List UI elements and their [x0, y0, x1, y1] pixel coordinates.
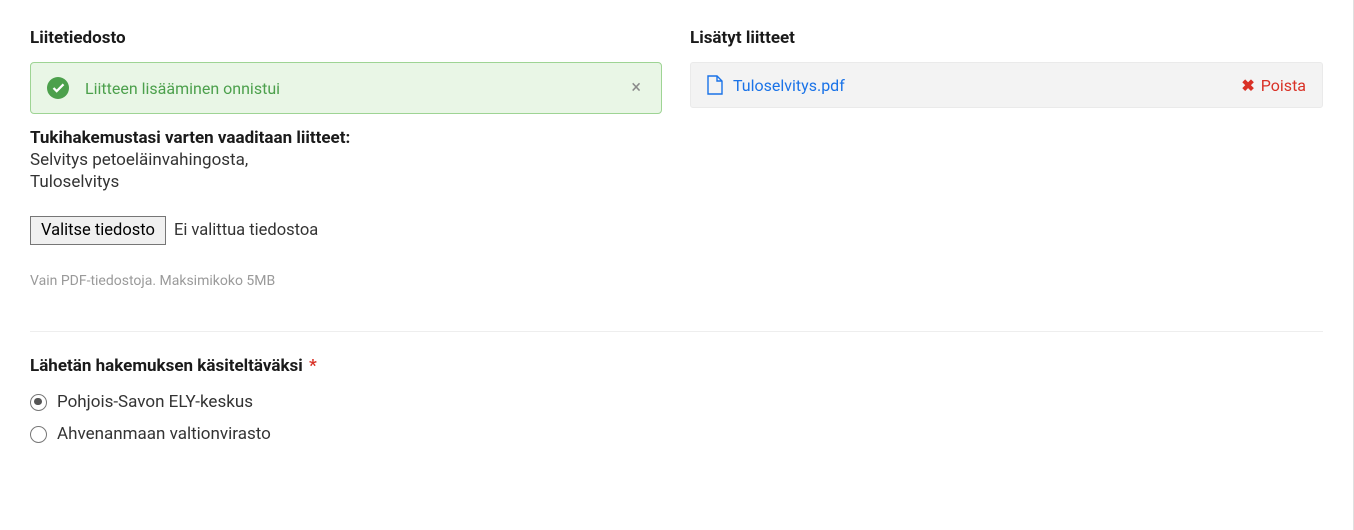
remove-label: Poista: [1261, 76, 1306, 95]
requirements-line-1: Selvitys petoeläinvahingosta,: [30, 150, 662, 170]
added-attachments-heading: Lisätyt liitteet: [690, 28, 1323, 48]
file-status-text: Ei valittua tiedostoa: [174, 221, 318, 240]
file-hint-text: Vain PDF-tiedostoja. Maksimikoko 5MB: [30, 273, 662, 289]
file-attachment-heading: Liitetiedosto: [30, 28, 662, 48]
file-icon: [707, 75, 723, 95]
requirements-line-2: Tuloselvitys: [30, 172, 662, 192]
requirements-label: Tukihakemustasi varten vaaditaan liittee…: [30, 128, 662, 148]
choose-file-button[interactable]: Valitse tiedosto: [30, 216, 166, 245]
destination-option-1[interactable]: Pohjois-Savon ELY-keskus: [30, 392, 1323, 412]
radio-button-checked[interactable]: [30, 394, 47, 411]
check-circle-icon: [47, 77, 69, 99]
file-picker: Valitse tiedosto Ei valittua tiedostoa: [30, 216, 662, 245]
attachment-file-link[interactable]: Tuloselvitys.pdf: [733, 76, 1241, 95]
requirements-block: Tukihakemustasi varten vaaditaan liittee…: [30, 128, 662, 192]
remove-attachment-button[interactable]: ✖ Poista: [1241, 76, 1306, 95]
remove-x-icon: ✖: [1241, 76, 1254, 95]
success-alert: Liitteen lisääminen onnistui ×: [30, 62, 662, 114]
success-alert-text: Liitteen lisääminen onnistui: [85, 79, 627, 98]
close-icon[interactable]: ×: [627, 79, 645, 97]
destination-option-2[interactable]: Ahvenanmaan valtionvirasto: [30, 424, 1323, 444]
attachment-row: Tuloselvitys.pdf ✖ Poista: [690, 62, 1323, 108]
required-indicator: *: [309, 356, 317, 376]
radio-button-unchecked[interactable]: [30, 426, 47, 443]
radio-label: Ahvenanmaan valtionvirasto: [57, 424, 271, 444]
radio-label: Pohjois-Savon ELY-keskus: [57, 392, 253, 412]
section-divider: [30, 331, 1323, 332]
destination-label: Lähetän hakemuksen käsiteltäväksi *: [30, 356, 1323, 376]
